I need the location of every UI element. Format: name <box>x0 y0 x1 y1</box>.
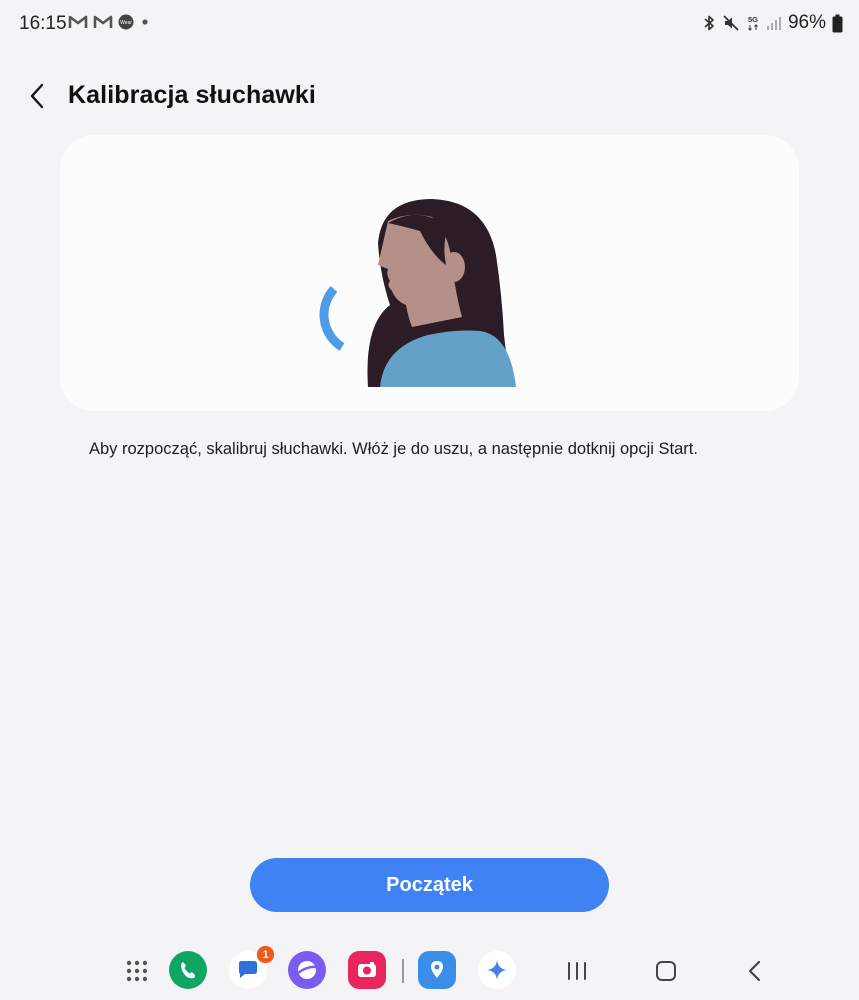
instruction-text: Aby rozpocząć, skalibruj słuchawki. Włóż… <box>89 440 698 458</box>
app-drawer-button[interactable] <box>117 951 157 991</box>
back-button[interactable] <box>22 80 54 112</box>
dot-icon <box>142 19 148 25</box>
gemini-app-button[interactable] <box>478 951 518 991</box>
notification-icons: Wear <box>68 14 151 30</box>
recents-icon <box>568 962 586 980</box>
back-nav-icon <box>748 960 761 982</box>
app-bar: Kalibracja słuchawki <box>0 70 859 122</box>
back-nav-button[interactable] <box>735 951 775 991</box>
camera-app-button[interactable] <box>348 951 388 991</box>
home-button[interactable] <box>646 951 686 991</box>
status-time: 16:15 <box>19 13 67 34</box>
dock-divider <box>402 959 404 983</box>
chevron-left-icon <box>30 83 44 109</box>
start-button[interactable]: Początek <box>250 858 609 912</box>
illustration-card <box>60 135 799 411</box>
mute-icon <box>723 15 739 31</box>
gemini-app-icon <box>478 951 516 989</box>
wear-icon: Wear <box>118 14 134 30</box>
system-status-icons: 5G 96% <box>702 12 843 34</box>
messages-app-button[interactable]: 1 <box>229 945 275 991</box>
signal-icon <box>766 17 781 30</box>
gmail-icon <box>68 15 88 28</box>
network-label: 5G <box>748 15 758 24</box>
battery-icon <box>832 14 843 32</box>
phone-app-button[interactable] <box>169 951 209 991</box>
maps-app-icon <box>418 951 456 989</box>
wear-label: Wear <box>120 20 132 26</box>
page-title: Kalibracja słuchawki <box>68 81 316 109</box>
battery-percent: 96% <box>787 12 826 33</box>
internet-app-icon <box>288 951 326 989</box>
taskbar: 1 <box>0 945 859 1000</box>
status-bar: 16:15 Wear 5G 96% <box>0 0 859 50</box>
gmail-icon <box>93 15 113 28</box>
phone-app-icon <box>169 951 207 989</box>
recents-button[interactable] <box>557 951 597 991</box>
person-ear <box>443 252 465 282</box>
home-icon <box>656 961 676 981</box>
messages-badge: 1 <box>256 945 275 964</box>
bluetooth-icon <box>704 15 714 31</box>
camera-app-icon <box>348 951 386 989</box>
sound-wave-icon <box>319 285 345 351</box>
calibration-illustration <box>319 199 516 387</box>
maps-app-button[interactable] <box>418 951 458 991</box>
network-5g-icon: 5G <box>748 15 758 31</box>
internet-app-button[interactable] <box>288 951 328 991</box>
app-drawer-icon <box>126 960 148 982</box>
